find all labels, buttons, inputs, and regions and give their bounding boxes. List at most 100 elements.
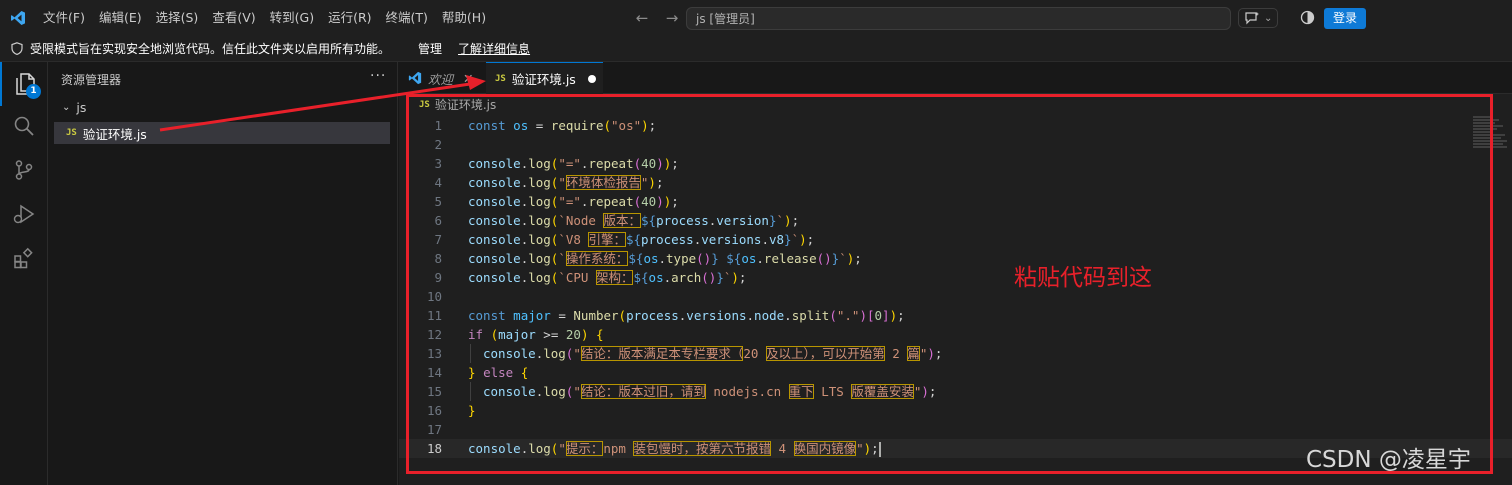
code-text: if (major >= 20) { bbox=[468, 327, 604, 342]
text-cursor bbox=[878, 442, 881, 457]
run-debug-activity[interactable] bbox=[0, 192, 48, 236]
back-arrow-icon[interactable]: ← bbox=[632, 8, 652, 28]
chat-button[interactable]: ⌄ bbox=[1238, 8, 1279, 28]
minimap[interactable] bbox=[1473, 116, 1509, 156]
code-text: const major = Number(process.versions.no… bbox=[468, 308, 905, 323]
chat-sparkle-icon bbox=[1245, 12, 1259, 25]
code-text: } bbox=[468, 403, 476, 418]
extensions-icon bbox=[14, 247, 33, 269]
breadcrumb-file: 验证环境.js bbox=[434, 98, 497, 112]
line-number: 8 bbox=[434, 251, 442, 266]
run-debug-icon bbox=[13, 204, 35, 224]
tab-verify-env-js[interactable]: JS 验证环境.js bbox=[486, 62, 603, 94]
source-control-activity[interactable] bbox=[0, 148, 48, 192]
line-number: 7 bbox=[434, 232, 442, 247]
menu-view[interactable]: 查看(V) bbox=[205, 6, 262, 30]
watermark: CSDN @凌星宇 bbox=[1306, 447, 1471, 473]
title-bar: 文件(F) 编辑(E) 选择(S) 查看(V) 转到(G) 运行(R) 终端(T… bbox=[0, 0, 1512, 36]
restricted-mode-banner: 受限模式旨在实现安全地浏览代码。信任此文件夹以启用所有功能。 管理 了解详细信息 bbox=[0, 36, 1512, 62]
menu-terminal[interactable]: 终端(T) bbox=[379, 6, 435, 30]
js-file-icon: JS bbox=[495, 73, 506, 84]
tab-welcome-label: 欢迎 bbox=[428, 71, 454, 87]
code-line: 15 console.log("结论：版本过旧，请到 nodejs.cn 重下 L… bbox=[399, 382, 1512, 401]
explorer-sidebar: 资源管理器 ··· ⌄ js JS 验证环境.js bbox=[48, 62, 398, 485]
folder-item[interactable]: ⌄ js bbox=[62, 100, 86, 115]
tab-active-label: 验证环境.js bbox=[511, 72, 576, 87]
code-text: console.log("结论：版本满足本专栏要求（20 及以上），可以开始第 … bbox=[483, 346, 943, 361]
code-text: console.log("提示：npm 装包慢时，按第六节报错 4 换国内镜像"… bbox=[468, 441, 881, 457]
code-line: 8 console.log(`操作系统：${os.type()} ${os.rel… bbox=[399, 249, 1512, 268]
code-line: 2 bbox=[399, 135, 1512, 154]
code-line: 7 console.log(`V8 引擎：${process.versions.v… bbox=[399, 230, 1512, 249]
line-number: 16 bbox=[426, 403, 442, 418]
line-number: 1 bbox=[434, 118, 442, 133]
file-label: 验证环境.js bbox=[82, 126, 147, 142]
line-number: 10 bbox=[426, 289, 442, 304]
shield-icon bbox=[11, 42, 23, 55]
menu-run[interactable]: 运行(R) bbox=[321, 6, 378, 30]
line-number: 9 bbox=[434, 270, 442, 285]
code-line: 9 console.log(`CPU 架构：${os.arch()}`); bbox=[399, 268, 1512, 287]
line-number: 3 bbox=[434, 156, 442, 171]
navigation-arrows: ← → bbox=[632, 8, 682, 28]
login-button[interactable]: 登录 bbox=[1324, 8, 1366, 29]
code-line: 11 const major = Number(process.versions.… bbox=[399, 306, 1512, 325]
code-line: 6 console.log(`Node 版本：${process.version}… bbox=[399, 211, 1512, 230]
source-control-icon bbox=[15, 160, 33, 180]
close-icon[interactable]: ✕ bbox=[463, 71, 473, 86]
tab-bar: 欢迎 ✕ JS 验证环境.js bbox=[399, 62, 1512, 94]
chevron-down-icon[interactable]: ⌄ bbox=[1264, 13, 1272, 24]
js-file-icon: JS bbox=[66, 128, 77, 138]
menu-selection[interactable]: 选择(S) bbox=[149, 6, 206, 30]
chevron-down-icon: ⌄ bbox=[62, 102, 71, 113]
line-number: 2 bbox=[434, 137, 442, 152]
code-line: 5 console.log("=".repeat(40)); bbox=[399, 192, 1512, 211]
search-activity[interactable] bbox=[0, 104, 48, 148]
code-line: 14 } else { bbox=[399, 363, 1512, 382]
code-line: 12 if (major >= 20) { bbox=[399, 325, 1512, 344]
explorer-title: 资源管理器 bbox=[61, 73, 122, 87]
line-number: 15 bbox=[426, 384, 442, 399]
breadcrumb[interactable]: JS 验证环境.js bbox=[419, 96, 496, 113]
banner-message: 受限模式旨在实现安全地浏览代码。信任此文件夹以启用所有功能。 bbox=[30, 42, 391, 56]
line-number: 12 bbox=[426, 327, 442, 342]
code-text: console.log("=".repeat(40)); bbox=[468, 194, 679, 209]
code-text: const os = require("os"); bbox=[468, 118, 657, 133]
extensions-activity[interactable] bbox=[0, 236, 48, 280]
js-file-icon: JS bbox=[419, 99, 430, 110]
menu-go[interactable]: 转到(G) bbox=[263, 6, 321, 30]
tab-welcome[interactable]: 欢迎 ✕ bbox=[399, 62, 486, 94]
explorer-badge: 1 bbox=[26, 84, 41, 99]
code-editor[interactable]: 1 const os = require("os"); 2 3 console.lo… bbox=[399, 116, 1512, 458]
menu-file[interactable]: 文件(F) bbox=[36, 6, 92, 30]
forward-arrow-icon[interactable]: → bbox=[662, 8, 682, 28]
menu-help[interactable]: 帮助(H) bbox=[435, 6, 493, 30]
banner-learn-more-link[interactable]: 了解详细信息 bbox=[458, 40, 530, 57]
command-center-search[interactable]: js [管理员] bbox=[686, 7, 1231, 30]
code-text: } else { bbox=[468, 365, 529, 380]
code-text: console.log(`Node 版本：${process.version}`… bbox=[468, 213, 800, 228]
more-actions-icon[interactable]: ··· bbox=[370, 68, 386, 84]
code-line: 10 bbox=[399, 287, 1512, 306]
unsaved-dot-icon[interactable] bbox=[587, 74, 596, 83]
menu-edit[interactable]: 编辑(E) bbox=[92, 6, 149, 30]
line-number: 6 bbox=[434, 213, 442, 228]
code-line: 4 console.log("环境体检报告"); bbox=[399, 173, 1512, 192]
menu-bar: 文件(F) 编辑(E) 选择(S) 查看(V) 转到(G) 运行(R) 终端(T… bbox=[36, 0, 493, 36]
search-icon bbox=[14, 116, 34, 136]
line-number: 11 bbox=[426, 308, 442, 323]
code-text: console.log(`操作系统：${os.type()} ${os.rele… bbox=[468, 251, 862, 266]
activity-bar: 1 bbox=[0, 62, 48, 485]
code-text: console.log(`CPU 架构：${os.arch()}`); bbox=[468, 270, 747, 285]
explorer-activity[interactable]: 1 bbox=[0, 62, 48, 106]
code-line: 13 console.log("结论：版本满足本专栏要求（20 及以上），可以开始… bbox=[399, 344, 1512, 363]
banner-manage-link[interactable]: 管理 bbox=[418, 40, 442, 57]
vscode-logo-icon bbox=[0, 0, 36, 36]
file-item[interactable]: JS 验证环境.js bbox=[54, 122, 390, 144]
line-number: 4 bbox=[434, 175, 442, 190]
line-number: 14 bbox=[426, 365, 442, 380]
code-line: 17 bbox=[399, 420, 1512, 439]
line-number: 18 bbox=[426, 441, 442, 456]
accounts-theme-icon[interactable] bbox=[1300, 10, 1315, 29]
command-center-label: js [管理员] bbox=[696, 12, 755, 26]
